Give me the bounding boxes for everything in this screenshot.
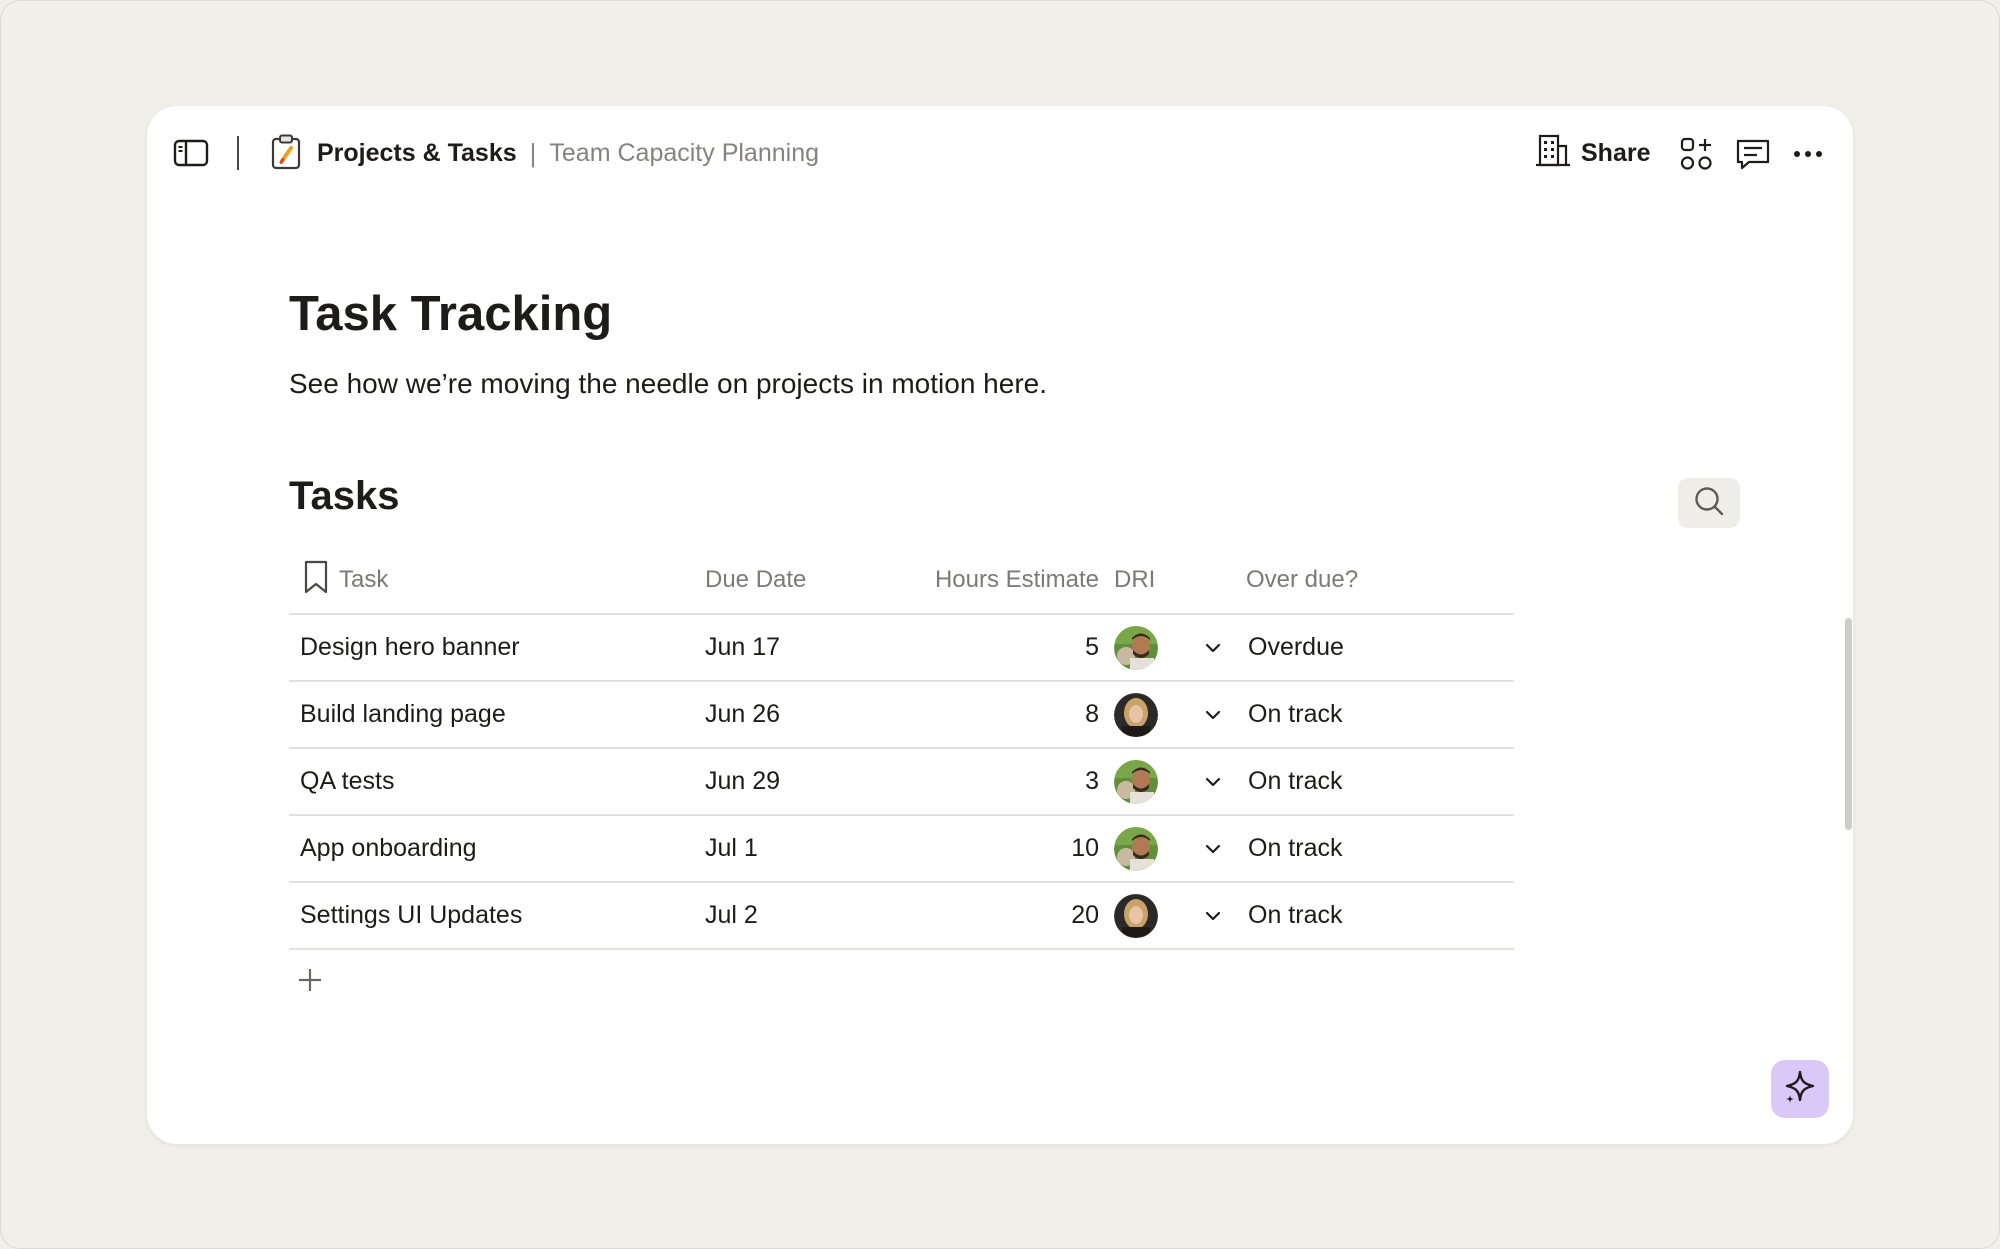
column-header-hours-estimate[interactable]: Hours Estimate [849,547,1099,613]
column-label-task: Task [339,566,389,593]
breadcrumb-page[interactable]: Team Capacity Planning [549,139,819,168]
dri-avatar[interactable] [1114,883,1158,948]
toolbar-divider [237,136,239,170]
due-date-cell[interactable]: Jul 1 [705,816,758,881]
dri-avatar[interactable] [1114,749,1158,814]
ai-assistant-button[interactable] [1771,1060,1829,1118]
document-card: Projects & Tasks | Team Capacity Plannin… [147,106,1853,1144]
dri-avatar[interactable] [1114,682,1158,747]
page-title: Task Tracking [289,287,613,341]
tasks-table: Task Due Date Hours Estimate DRI Over du… [289,547,1514,1014]
hours-estimate-cell[interactable]: 20 [929,883,1099,948]
due-date-cell[interactable]: Jun 26 [705,682,780,747]
overdue-status-cell[interactable]: Overdue [1248,615,1344,680]
apps-add-icon[interactable] [1677,134,1717,174]
table-row[interactable]: Design hero banner Jun 17 5 Overdue [289,615,1514,682]
breadcrumb: Projects & Tasks | Team Capacity Plannin… [317,136,819,170]
top-bar: Projects & Tasks | Team Capacity Plannin… [147,106,1853,200]
chevron-down-icon[interactable] [1201,615,1225,680]
table-row[interactable]: QA tests Jun 29 3 On track [289,749,1514,816]
bookmark-icon [303,560,329,601]
column-header-task[interactable]: Task [303,547,388,613]
comment-icon[interactable] [1733,134,1773,174]
sidebar-toggle-icon[interactable] [171,136,211,170]
more-horizontal-icon[interactable] [1791,134,1825,174]
column-header-dri[interactable]: DRI [1114,547,1155,613]
add-row-button[interactable] [289,950,1514,1014]
overdue-status-cell[interactable]: On track [1248,682,1342,747]
table-body: Design hero banner Jun 17 5 Overdue Buil… [289,615,1514,950]
chevron-down-icon[interactable] [1201,749,1225,814]
chevron-down-icon[interactable] [1201,816,1225,881]
due-date-cell[interactable]: Jun 29 [705,749,780,814]
breadcrumb-separator: | [529,137,537,168]
page-description: See how we’re moving the needle on proje… [289,368,1047,399]
column-header-overdue[interactable]: Over due? [1246,547,1358,613]
building-icon [1535,133,1571,174]
hours-estimate-cell[interactable]: 8 [929,682,1099,747]
table-row[interactable]: App onboarding Jul 1 10 On track [289,816,1514,883]
dri-avatar[interactable] [1114,816,1158,881]
overdue-status-cell[interactable]: On track [1248,816,1342,881]
hours-estimate-cell[interactable]: 5 [929,615,1099,680]
breadcrumb-doc[interactable]: Projects & Tasks [317,139,517,168]
hours-estimate-cell[interactable]: 10 [929,816,1099,881]
dri-avatar[interactable] [1114,615,1158,680]
tasks-section-title: Tasks [289,474,400,518]
chevron-down-icon[interactable] [1201,682,1225,747]
plus-icon [297,967,323,998]
task-name-cell[interactable]: Design hero banner [300,615,520,680]
table-row[interactable]: Build landing page Jun 26 8 On track [289,682,1514,749]
search-button[interactable] [1678,478,1740,528]
overdue-status-cell[interactable]: On track [1248,883,1342,948]
clipboard-icon[interactable] [269,132,303,172]
sparkle-icon [1782,1069,1818,1110]
share-button[interactable]: Share [1535,132,1650,174]
search-icon [1693,485,1725,522]
task-name-cell[interactable]: Build landing page [300,682,506,747]
due-date-cell[interactable]: Jul 2 [705,883,758,948]
due-date-cell[interactable]: Jun 17 [705,615,780,680]
task-name-cell[interactable]: QA tests [300,749,394,814]
task-name-cell[interactable]: Settings UI Updates [300,883,522,948]
table-row[interactable]: Settings UI Updates Jul 2 20 On track [289,883,1514,950]
table-header: Task Due Date Hours Estimate DRI Over du… [289,547,1514,615]
vertical-scrollbar[interactable] [1845,618,1852,830]
chevron-down-icon[interactable] [1201,883,1225,948]
overdue-status-cell[interactable]: On track [1248,749,1342,814]
hours-estimate-cell[interactable]: 3 [929,749,1099,814]
column-header-due-date[interactable]: Due Date [705,547,806,613]
share-label: Share [1581,138,1651,167]
task-name-cell[interactable]: App onboarding [300,816,477,881]
